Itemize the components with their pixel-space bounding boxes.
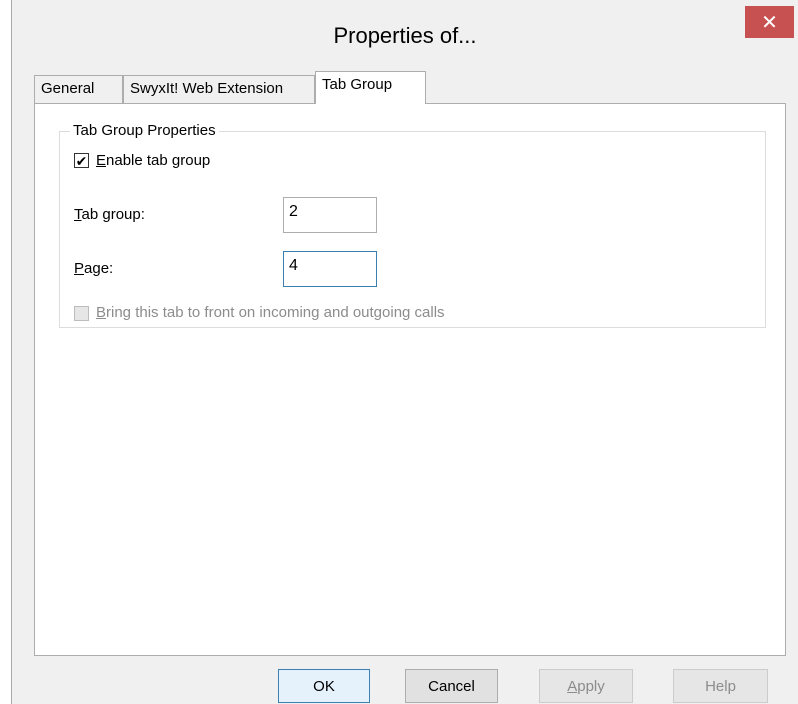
bring-to-front-mnemonic: B [96, 304, 107, 321]
tab-group-label: Tab group: [74, 206, 145, 224]
tab-group-properties-group: Tab Group Properties ✔ Enable tab group … [59, 122, 766, 328]
enable-label-text: nable tab group [106, 152, 211, 169]
bring-to-front-label[interactable]: Bring this tab to front on incoming and … [96, 304, 445, 322]
tab-tab-group[interactable]: Tab Group [315, 71, 426, 104]
apply-button[interactable]: Apply [539, 669, 633, 703]
tab-group-label-text: ab group: [81, 206, 145, 223]
checkmark-icon: ✔ [75, 152, 88, 169]
window-title: Properties of... [333, 23, 477, 48]
tab-group-mnemonic: T [74, 206, 82, 223]
page-label: Page: [74, 260, 113, 278]
group-title: Tab Group Properties [70, 122, 219, 140]
tab-panel-tab-group: Tab Group Properties ✔ Enable tab group … [34, 103, 786, 656]
help-button[interactable]: Help [673, 669, 768, 703]
tab-web-extension-label: SwyxIt! Web Extension [130, 80, 284, 97]
bring-to-front-label-text: ring this tab to front on incoming and o… [106, 304, 445, 321]
bring-to-front-checkbox[interactable] [74, 306, 89, 321]
ok-button-label: OK [313, 677, 335, 695]
cancel-button-label: Cancel [428, 677, 475, 695]
tab-web-extension[interactable]: SwyxIt! Web Extension [123, 75, 315, 103]
help-button-label: Help [705, 677, 736, 695]
page-input[interactable]: 4 [283, 251, 377, 287]
ok-button[interactable]: OK [278, 669, 370, 703]
tab-general-label: General [41, 80, 95, 97]
apply-button-label: pply [577, 677, 605, 695]
enable-tab-group-label[interactable]: Enable tab group [96, 152, 210, 170]
enable-mnemonic: E [96, 152, 107, 169]
close-button[interactable]: ✕ [745, 6, 794, 38]
title-bar[interactable]: Properties of... ✕ [12, 0, 798, 66]
properties-dialog: Properties of... ✕ General SwyxIt! Web E… [11, 0, 798, 704]
tab-general[interactable]: General [34, 75, 123, 103]
tab-tab-group-label: Tab Group [322, 76, 393, 93]
close-icon: ✕ [761, 11, 778, 34]
apply-mnemonic: A [567, 677, 578, 695]
cancel-button[interactable]: Cancel [405, 669, 498, 703]
page-label-text: age: [84, 260, 114, 277]
page-mnemonic: P [74, 260, 85, 277]
enable-tab-group-checkbox[interactable]: ✔ [74, 153, 89, 168]
tab-group-input[interactable]: 2 [283, 197, 377, 233]
